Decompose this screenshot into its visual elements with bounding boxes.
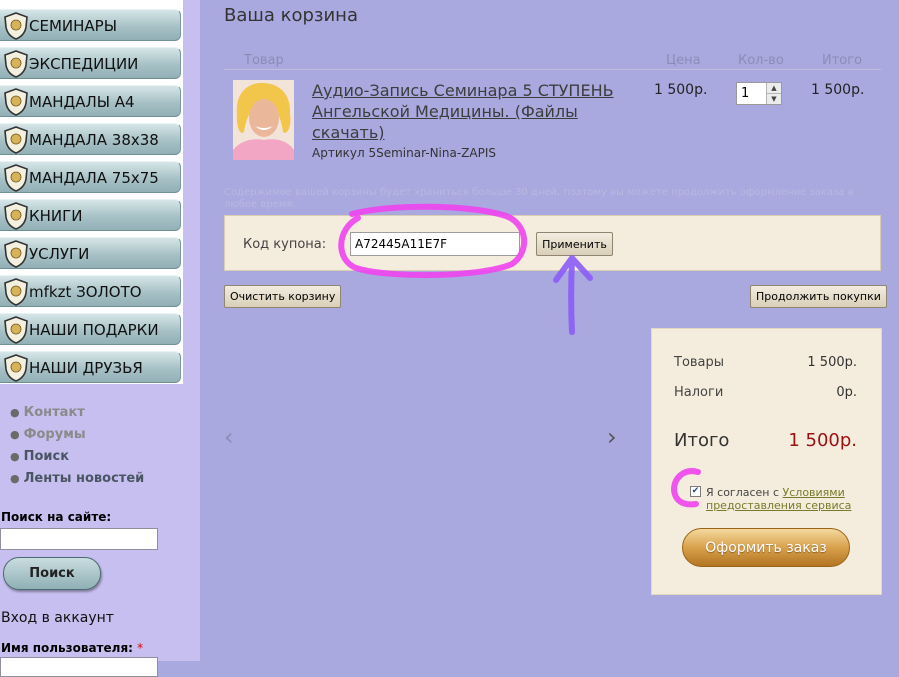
apply-coupon-button[interactable]: Применить	[536, 232, 613, 256]
summary-total-value: 1 500р.	[788, 430, 857, 451]
product-sku: Артикул 5Seminar-Nina-ZAPIS	[312, 146, 496, 160]
quantity-value[interactable]: 1	[741, 86, 749, 101]
menu-item-label: НАШИ ПОДАРКИ	[29, 321, 159, 339]
shield-icon	[4, 126, 28, 154]
column-header-total: Итого	[822, 53, 863, 68]
summary-tax-value: 0р.	[836, 385, 857, 400]
menu-item-label: СЕМИНАРЫ	[29, 17, 117, 35]
menu-item-books[interactable]: КНИГИ	[0, 199, 181, 231]
column-header-product: Товар	[244, 53, 284, 68]
menu-item-label: МАНДАЛЫ А4	[29, 93, 135, 111]
username-input[interactable]	[0, 657, 158, 677]
link-label: Поиск	[23, 449, 70, 464]
summary-tax-label: Налоги	[674, 385, 724, 400]
shield-icon	[4, 278, 28, 306]
menu-item-label: УСЛУГИ	[29, 245, 90, 263]
column-header-price: Цена	[666, 53, 701, 68]
bullet-icon: ●	[10, 472, 20, 485]
summary-goods-label: Товары	[674, 355, 725, 370]
shield-icon	[4, 88, 28, 116]
product-name-link[interactable]: Аудио-Запись Семинара 5 СТУПЕНЬ Ангельск…	[312, 80, 642, 143]
shield-icon	[4, 12, 28, 40]
link-search[interactable]: ● Поиск	[10, 446, 144, 468]
menu-item-friends[interactable]: НАШИ ДРУЗЬЯ	[0, 351, 181, 383]
quantity-down-icon[interactable]: ▼	[766, 94, 781, 104]
shield-icon	[4, 316, 28, 344]
coupon-code-input[interactable]	[350, 232, 520, 256]
coupon-panel: Код купона: Применить	[224, 215, 881, 271]
quantity-stepper[interactable]: 1 ▲ ▼	[736, 82, 782, 105]
bullet-icon: ●	[10, 406, 20, 419]
username-label-text: Имя пользователя:	[1, 641, 133, 655]
column-header-qty: Кол-во	[738, 53, 784, 68]
chevron-right-icon[interactable]: ›	[607, 424, 617, 450]
menu-item-label: МАНДАЛА 38x38	[29, 131, 159, 149]
shield-icon	[4, 240, 28, 268]
quantity-up-icon[interactable]: ▲	[766, 83, 781, 94]
shield-icon	[4, 164, 28, 192]
product-image[interactable]	[233, 80, 294, 160]
link-forums[interactable]: ● Форумы	[10, 424, 144, 446]
login-title: Вход в аккаунт	[1, 610, 114, 626]
page-title: Ваша корзина	[224, 5, 358, 26]
terms-agreement: ✔ Я согласен с Условиями предоставления …	[690, 486, 870, 512]
storage-note: Содержимое вашей корзины будет храниться…	[224, 187, 854, 210]
username-label: Имя пользователя: *	[1, 641, 143, 655]
terms-checkbox[interactable]: ✔	[690, 486, 701, 497]
menu-item-gifts[interactable]: НАШИ ПОДАРКИ	[0, 313, 181, 345]
link-label: Форумы	[23, 427, 86, 442]
product-price: 1 500р.	[654, 82, 708, 98]
continue-shopping-button[interactable]: Продолжить покупки	[750, 285, 887, 308]
bullet-icon: ●	[10, 428, 20, 441]
menu-item-gold[interactable]: mfkzt ЗОЛОТО	[0, 275, 181, 307]
menu-item-label: ЭКСПЕДИЦИИ	[29, 55, 139, 73]
divider	[224, 69, 881, 70]
shield-icon	[4, 202, 28, 230]
terms-text: Я согласен с Условиями предоставления се…	[690, 486, 870, 512]
menu-item-seminars[interactable]: СЕМИНАРЫ	[0, 9, 181, 41]
chevron-left-icon[interactable]: ‹	[224, 424, 234, 450]
checkout-button[interactable]: Оформить заказ	[682, 528, 850, 567]
order-summary: Товары 1 500р. Налоги 0р. Итого 1 500р. …	[651, 328, 882, 595]
link-contact[interactable]: ● Контакт	[10, 402, 144, 424]
menu-item-expeditions[interactable]: ЭКСПЕДИЦИИ	[0, 47, 181, 79]
link-label: Контакт	[23, 405, 85, 420]
bullet-icon: ●	[10, 450, 20, 463]
link-label: Ленты новостей	[23, 471, 145, 486]
site-search-input[interactable]	[0, 528, 158, 550]
search-button[interactable]: Поиск	[3, 557, 101, 590]
menu-item-mandala-38[interactable]: МАНДАЛА 38x38	[0, 123, 181, 155]
menu-item-label: mfkzt ЗОЛОТО	[29, 283, 142, 301]
menu-item-services[interactable]: УСЛУГИ	[0, 237, 181, 269]
site-search-label: Поиск на сайте:	[1, 510, 112, 524]
summary-goods-value: 1 500р.	[807, 355, 857, 370]
shield-icon	[4, 354, 28, 382]
clear-cart-button[interactable]: Очистить корзину	[224, 285, 342, 308]
menu-item-mandala-75[interactable]: МАНДАЛА 75x75	[0, 161, 181, 193]
sidebar: СЕМИНАРЫ ЭКСПЕДИЦИИ МАНДАЛЫ А4 МАНДАЛА 3…	[0, 0, 200, 677]
menu-item-label: МАНДАЛА 75x75	[29, 169, 159, 187]
menu-item-label: КНИГИ	[29, 207, 83, 225]
shield-icon	[4, 50, 28, 78]
summary-total-label: Итого	[674, 430, 730, 451]
link-news-feeds[interactable]: ● Ленты новостей	[10, 468, 144, 490]
product-total: 1 500р.	[811, 82, 865, 98]
coupon-label: Код купона:	[243, 237, 327, 252]
secondary-links: ● Контакт ● Форумы ● Поиск ● Ленты новостей	[10, 402, 144, 490]
menu-item-label: НАШИ ДРУЗЬЯ	[29, 359, 143, 377]
category-menu: СЕМИНАРЫ ЭКСПЕДИЦИИ МАНДАЛЫ А4 МАНДАЛА 3…	[0, 0, 183, 384]
menu-item-mandalas-a4[interactable]: МАНДАЛЫ А4	[0, 85, 181, 117]
terms-prefix: Я согласен с	[706, 486, 780, 499]
required-mark: *	[137, 641, 144, 655]
